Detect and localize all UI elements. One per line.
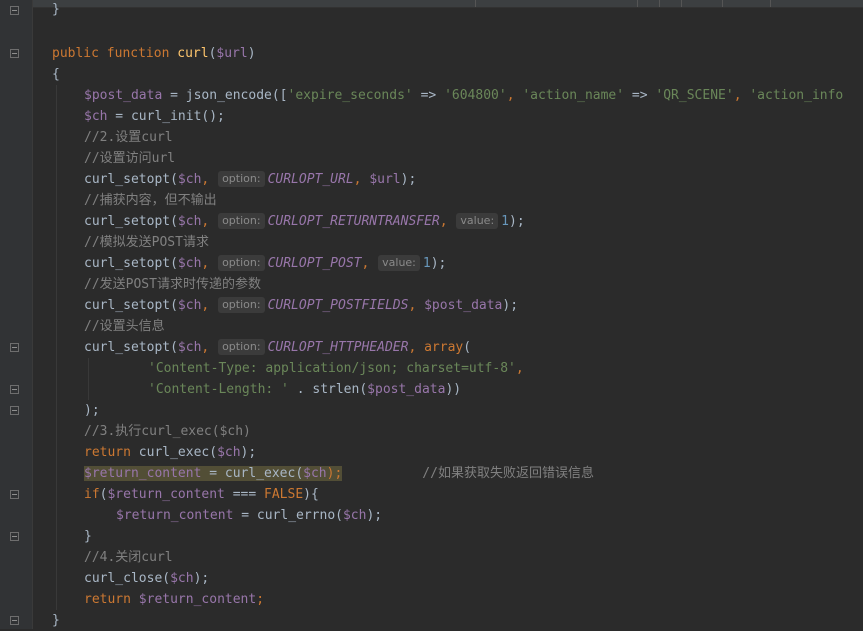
code-line: 'Content-Type: application/json; charset…	[148, 361, 524, 376]
code-line-highlighted: $return_content = curl_exec($ch);//如果获取失…	[84, 466, 594, 481]
code-line: }	[52, 2, 60, 17]
indent-guide	[56, 85, 57, 610]
code-line: if($return_content === FALSE){	[84, 487, 319, 502]
code-editor[interactable]: } public function curl($url) { $post_dat…	[0, 0, 863, 629]
code-line: return $return_content;	[84, 592, 265, 607]
code-line-function-declaration: public function curl($url)	[52, 46, 256, 61]
code-line: curl_setopt($ch, option: CURLOPT_HTTPHEAD…	[84, 339, 472, 355]
code-comment: //模拟发送POST请求	[84, 235, 209, 250]
parameter-hint: value:	[378, 255, 420, 271]
parameter-hint: option:	[218, 339, 265, 355]
code-line: $post_data = json_encode(['expire_second…	[84, 88, 844, 103]
parameter-hint: option:	[218, 255, 265, 271]
gutter-divider	[32, 0, 33, 629]
code-comment: //设置访问url	[84, 151, 176, 166]
fold-icon[interactable]	[10, 343, 19, 352]
editor-top-bar	[0, 0, 863, 8]
parameter-hint: option:	[218, 297, 265, 313]
code-line: $return_content = curl_errno($ch);	[116, 508, 383, 523]
code-line: {	[52, 67, 60, 82]
code-comment: //4.关闭curl	[84, 550, 173, 565]
code-comment: //设置头信息	[84, 319, 165, 334]
selection-highlight: $return_content = curl_exec($ch);	[84, 466, 343, 481]
fold-icon[interactable]	[10, 406, 19, 415]
code-line: }	[52, 613, 60, 628]
fold-icon[interactable]	[10, 6, 19, 15]
code-comment: //发送POST请求时传递的参数	[84, 277, 261, 292]
code-comment: //捕获内容，但不输出	[84, 193, 217, 208]
indent-guide	[88, 358, 89, 400]
code-line: curl_close($ch);	[84, 571, 210, 586]
code-line: $ch = curl_init();	[84, 109, 225, 124]
fold-icon[interactable]	[10, 49, 19, 58]
parameter-hint: value:	[456, 213, 499, 229]
code-comment: //3.执行curl_exec($ch)	[84, 424, 251, 439]
code-line: );	[84, 403, 100, 418]
parameter-hint: option:	[218, 171, 265, 187]
code-line: curl_setopt($ch, option: CURLOPT_POSTFIEL…	[84, 297, 519, 313]
code-line: }	[84, 529, 92, 544]
parameter-hint: option:	[218, 213, 265, 229]
fold-icon[interactable]	[10, 532, 19, 541]
fold-icon[interactable]	[10, 616, 19, 625]
fold-icon[interactable]	[10, 490, 19, 499]
code-line: 'Content-Length: ' . strlen($post_data))	[148, 382, 462, 397]
fold-icon[interactable]	[10, 385, 19, 394]
code-line: curl_setopt($ch, option: CURLOPT_RETURNTR…	[84, 213, 525, 229]
code-line: return curl_exec($ch);	[84, 445, 257, 460]
code-comment: //2.设置curl	[84, 130, 173, 145]
code-line: curl_setopt($ch, option: CURLOPT_POST, va…	[84, 255, 447, 271]
code-line: curl_setopt($ch, option: CURLOPT_URL, $ur…	[84, 171, 417, 187]
